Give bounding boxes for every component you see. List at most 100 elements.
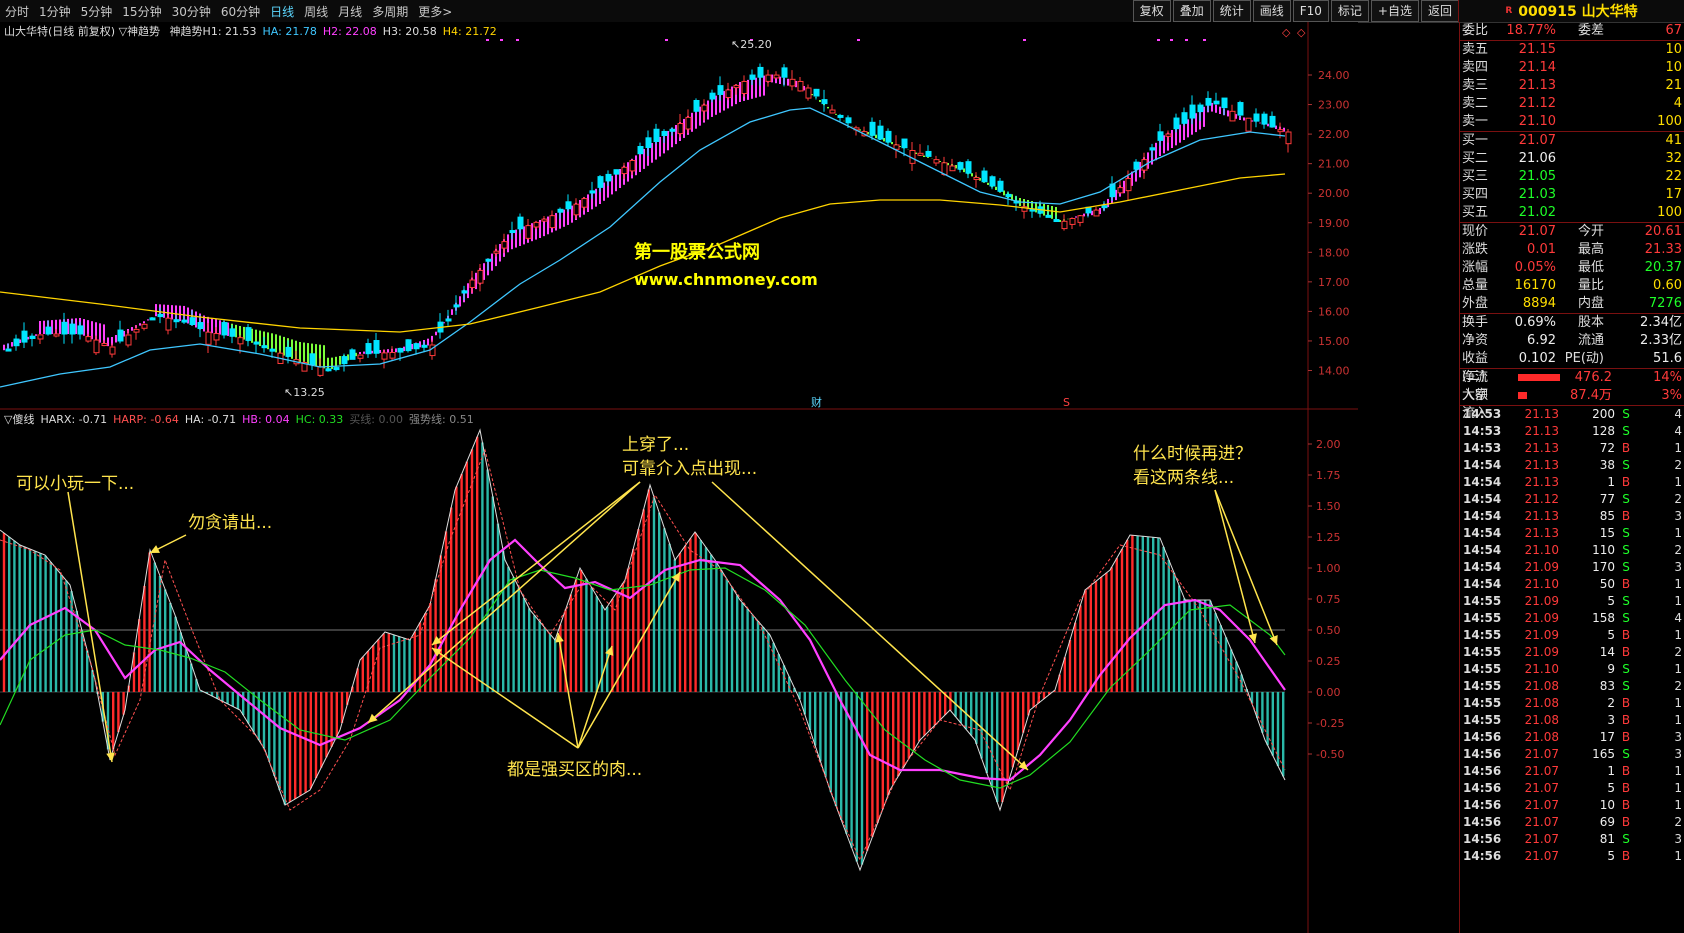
- tool-button-3[interactable]: 画线: [1252, 0, 1291, 22]
- candle-body: [341, 356, 348, 365]
- bid-row-1: 买二 21.06 32: [1460, 150, 1684, 168]
- candle-body: [589, 190, 596, 194]
- candle-body: [349, 349, 356, 360]
- tick-flag: B: [1621, 475, 1631, 489]
- candle-body: [661, 130, 668, 136]
- flow-label: 净流入额: [1462, 370, 1489, 403]
- tool-button-5[interactable]: 标记: [1330, 0, 1369, 22]
- stat-value-2: 21.33: [1644, 242, 1682, 257]
- candle-body: [693, 100, 700, 112]
- timeframe-3[interactable]: 15分钟: [117, 3, 166, 20]
- annotation-reentry-2: 看这两条线...: [1133, 468, 1235, 488]
- tick-count: 4: [1674, 407, 1682, 421]
- candle-body: [45, 326, 52, 335]
- candle-body: [1133, 161, 1140, 170]
- price-chart[interactable]: 24.00 23.00 22.00 21.00 20.00 19.00 18.00 17.00…: [0, 22, 1358, 410]
- tick-volume: 3: [1607, 713, 1615, 727]
- price-low-label: ↖13.25: [284, 386, 325, 399]
- tick-price: 21.12: [1524, 492, 1559, 506]
- tick-flag: S: [1622, 832, 1630, 846]
- signal-dot: [1157, 39, 1160, 41]
- tick-count: 2: [1674, 679, 1682, 693]
- bid-label: 买二: [1462, 151, 1489, 166]
- tick-count: 3: [1674, 509, 1682, 523]
- candle-body: [29, 335, 36, 340]
- tick-row: 14:55 21.09 14 B 2: [1460, 644, 1684, 661]
- candle-body: [189, 317, 196, 325]
- tick-row: 14:56 21.07 165 S 3: [1460, 746, 1684, 763]
- ask-volume: 100: [1657, 114, 1682, 129]
- tick-price: 21.07: [1524, 781, 1559, 795]
- tick-row: 14:53 21.13 128 S 4: [1460, 423, 1684, 440]
- tick-volume: 5: [1607, 849, 1615, 863]
- candle-body: [517, 216, 524, 230]
- timeframe-5[interactable]: 60分钟: [216, 3, 265, 20]
- candle-body: [829, 109, 836, 114]
- candle-body: [749, 74, 756, 80]
- tool-button-6[interactable]: +自选: [1370, 0, 1419, 22]
- timeframe-0[interactable]: 分时: [0, 3, 34, 20]
- tick-count: 3: [1674, 560, 1682, 574]
- timeframe-4[interactable]: 30分钟: [167, 3, 216, 20]
- tick-row: 14:53 21.13 72 B 1: [1460, 440, 1684, 457]
- candle-body: [629, 160, 636, 172]
- stat-label: 涨幅: [1462, 260, 1489, 275]
- timeframe-1[interactable]: 1分钟: [34, 3, 76, 20]
- tick-price: 21.13: [1524, 407, 1559, 421]
- candle-body: [869, 121, 876, 136]
- candle-body: [365, 343, 372, 355]
- stat-label-2: 今开: [1577, 224, 1604, 239]
- timeframe-7[interactable]: 周线: [299, 3, 333, 20]
- candle-body: [933, 159, 940, 164]
- quote-panel: 委比 18.77% 委差 67 卖五 21.15 10 卖四 21.14 10 卖三 21.13 21 卖…: [1459, 22, 1684, 933]
- tool-button-7[interactable]: 返回: [1420, 0, 1459, 22]
- main-legend: 山大华特(日线 前复权) ▽神趋势 神趋势H1: 21.53 HA: 21.78 H…: [4, 23, 509, 39]
- candle-body: [781, 67, 788, 78]
- candle-body: [1117, 187, 1124, 194]
- tick-price: 21.07: [1524, 747, 1559, 761]
- tick-row: 14:54 21.09 170 S 3: [1460, 559, 1684, 576]
- tick-count: 1: [1674, 849, 1682, 863]
- candle-body: [1069, 218, 1076, 225]
- bid-row-4: 买五 21.02 100: [1460, 204, 1684, 222]
- tick-price: 21.10: [1524, 577, 1559, 591]
- ask-label: 卖二: [1462, 96, 1489, 111]
- timeframe-8[interactable]: 月线: [333, 3, 367, 20]
- candle-body: [557, 208, 564, 213]
- tick-time: 14:55: [1463, 645, 1502, 659]
- fund-label-2: 股本: [1577, 315, 1604, 330]
- tick-count: 1: [1674, 441, 1682, 455]
- candle-body: [685, 116, 692, 130]
- tool-button-4[interactable]: F10: [1292, 0, 1329, 22]
- signal-dot: [1185, 39, 1188, 41]
- signal-dot: [500, 39, 503, 41]
- tick-row: 14:55 21.10 9 S 1: [1460, 661, 1684, 678]
- fund-row-2: 收益(二) 0.102 PE(动) 51.6: [1460, 350, 1684, 384]
- tick-count: 1: [1674, 662, 1682, 676]
- ask-label: 卖五: [1462, 42, 1489, 57]
- candle-body: [493, 250, 500, 254]
- tick-count: 2: [1674, 458, 1682, 472]
- tick-volume: 10: [1599, 798, 1615, 812]
- tick-price: 21.09: [1524, 611, 1559, 625]
- finance-marker: 财: [811, 395, 822, 409]
- bid-volume: 100: [1657, 205, 1682, 220]
- candle-body: [717, 85, 724, 95]
- tool-button-2[interactable]: 统计: [1212, 0, 1251, 22]
- timeframe-9[interactable]: 多周期: [367, 3, 413, 20]
- candle-body: [325, 368, 332, 372]
- timeframe-2[interactable]: 5分钟: [76, 3, 118, 20]
- osc-axis-label: -0.25: [1316, 717, 1344, 730]
- bid-row-2: 买三 21.05 22: [1460, 168, 1684, 186]
- tick-flag: B: [1621, 696, 1631, 710]
- candle-body: [149, 317, 156, 321]
- tool-button-1[interactable]: 叠加: [1172, 0, 1211, 22]
- tick-row: 14:56 21.07 69 B 2: [1460, 814, 1684, 831]
- bid-price: 21.05: [1518, 169, 1556, 184]
- tick-time: 14:56: [1463, 764, 1502, 778]
- tick-time: 14:55: [1463, 662, 1502, 676]
- timeframe-10[interactable]: 更多>: [413, 3, 457, 20]
- timeframe-6[interactable]: 日线: [265, 3, 299, 20]
- tool-button-0[interactable]: 复权: [1132, 0, 1171, 22]
- tick-time: 14:54: [1463, 543, 1502, 557]
